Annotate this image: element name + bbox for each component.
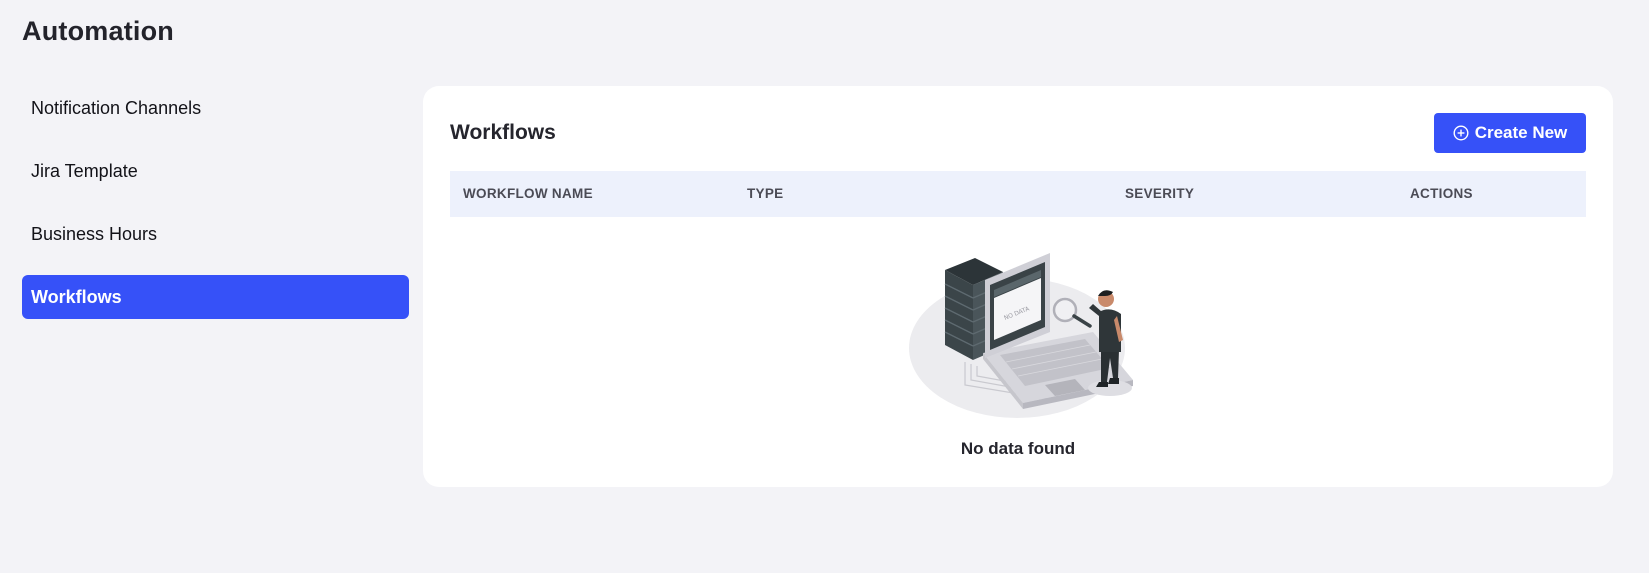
create-new-button[interactable]: Create New <box>1434 113 1586 153</box>
sidebar-item-workflows[interactable]: Workflows <box>22 275 409 319</box>
column-header-actions: ACTIONS <box>1410 186 1473 201</box>
column-header-severity: SEVERITY <box>1125 186 1195 201</box>
plus-circle-icon <box>1453 125 1469 141</box>
sidebar-item-business-hours[interactable]: Business Hours <box>22 212 409 256</box>
workflows-panel: Workflows Create New WORKFLOW NAME TYPE … <box>423 86 1613 487</box>
sidebar-item-notification-channels[interactable]: Notification Channels <box>22 86 409 130</box>
sidebar-item-jira-template[interactable]: Jira Template <box>22 149 409 193</box>
sidebar: Notification Channels Jira Template Busi… <box>22 86 409 338</box>
create-new-label: Create New <box>1474 123 1568 142</box>
empty-state-message: No data found <box>960 439 1076 458</box>
column-header-workflow-name: WORKFLOW NAME <box>463 186 593 201</box>
panel-title: Workflows <box>450 121 556 144</box>
no-data-illustration: NO DATA <box>909 253 1133 418</box>
page-title: Automation <box>22 16 174 46</box>
table-header: WORKFLOW NAME TYPE SEVERITY ACTIONS <box>450 171 1586 217</box>
column-header-type: TYPE <box>747 186 784 201</box>
